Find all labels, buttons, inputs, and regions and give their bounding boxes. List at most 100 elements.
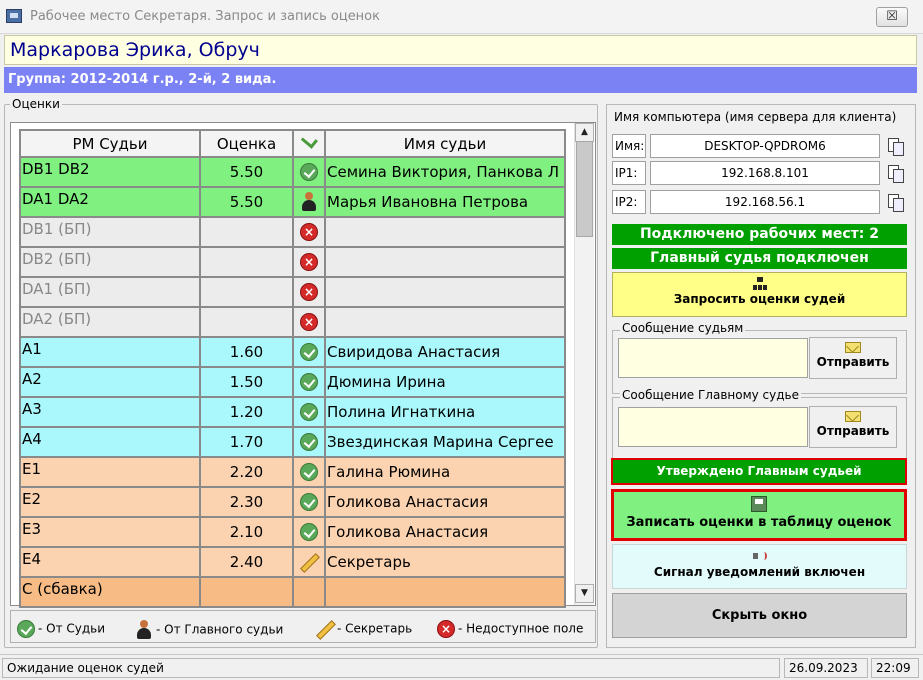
- rm-cell[interactable]: DB1 (БП): [19, 216, 201, 248]
- column-header-score[interactable]: Оценка: [199, 129, 294, 158]
- rm-cell[interactable]: E1: [19, 456, 201, 488]
- status-cell[interactable]: ×: [292, 306, 326, 338]
- score-cell[interactable]: [199, 576, 294, 608]
- score-cell[interactable]: [199, 216, 294, 248]
- table-row[interactable]: A4 1.70 Звездинская Марина Сергее: [19, 426, 566, 458]
- score-cell[interactable]: 1.20: [199, 396, 294, 428]
- status-cell[interactable]: [292, 336, 326, 368]
- score-cell[interactable]: [199, 306, 294, 338]
- send-chief-button[interactable]: Отправить: [809, 406, 897, 448]
- table-row[interactable]: A2 1.50 Дюмина Ирина: [19, 366, 566, 398]
- rm-cell[interactable]: DA1 DA2: [19, 186, 201, 218]
- table-row[interactable]: DB2 (БП) ×: [19, 246, 566, 278]
- rm-cell[interactable]: E3: [19, 516, 201, 548]
- rm-cell[interactable]: DA1 (БП): [19, 276, 201, 308]
- table-row[interactable]: С (сбавка): [19, 576, 566, 608]
- copy-ip2-button[interactable]: [882, 190, 908, 214]
- scroll-down-button[interactable]: ▼: [575, 584, 594, 603]
- judge-cell[interactable]: [324, 216, 566, 248]
- request-scores-button[interactable]: Запросить оценки судей: [612, 272, 907, 317]
- table-row[interactable]: E2 2.30 Голикова Анастасия: [19, 486, 566, 518]
- score-cell[interactable]: 5.50: [199, 156, 294, 188]
- rm-cell[interactable]: DB1 DB2: [19, 156, 201, 188]
- notification-signal-button[interactable]: Сигнал уведомлений включен: [612, 544, 907, 589]
- rm-cell[interactable]: E2: [19, 486, 201, 518]
- judge-cell[interactable]: Секретарь: [324, 546, 566, 578]
- write-scores-button[interactable]: Записать оценки в таблицу оценок: [611, 489, 907, 541]
- judge-cell[interactable]: Дюмина Ирина: [324, 366, 566, 398]
- rm-cell[interactable]: A4: [19, 426, 201, 458]
- table-row[interactable]: DB1 DB2 5.50 Семина Виктория, Панкова Л: [19, 156, 566, 188]
- table-row[interactable]: E3 2.10 Голикова Анастасия: [19, 516, 566, 548]
- table-row[interactable]: DA2 (БП) ×: [19, 306, 566, 338]
- scroll-up-button[interactable]: ▲: [575, 123, 594, 142]
- judge-cell[interactable]: Свиридова Анастасия: [324, 336, 566, 368]
- score-cell[interactable]: 2.20: [199, 456, 294, 488]
- unavailable-icon: ×: [300, 223, 318, 242]
- judge-cell[interactable]: [324, 306, 566, 338]
- score-cell[interactable]: 2.10: [199, 516, 294, 548]
- score-cell[interactable]: 1.60: [199, 336, 294, 368]
- score-cell[interactable]: [199, 246, 294, 278]
- computer-name-field[interactable]: DESKTOP-QPDROM6: [650, 134, 880, 158]
- table-row[interactable]: E4 2.40 Секретарь: [19, 546, 566, 578]
- rm-cell[interactable]: DA2 (БП): [19, 306, 201, 338]
- judge-cell[interactable]: Семина Виктория, Панкова Л: [324, 156, 566, 188]
- status-cell[interactable]: [292, 156, 326, 188]
- table-row[interactable]: A3 1.20 Полина Игнаткина: [19, 396, 566, 428]
- table-row[interactable]: E1 2.20 Галина Рюмина: [19, 456, 566, 488]
- table-row[interactable]: A1 1.60 Свиридова Анастасия: [19, 336, 566, 368]
- copy-name-button[interactable]: [882, 134, 908, 158]
- copy-ip1-button[interactable]: [882, 161, 908, 185]
- message-chief-input[interactable]: [618, 407, 808, 447]
- judge-cell[interactable]: Полина Игнаткина: [324, 396, 566, 428]
- rm-cell[interactable]: С (сбавка): [19, 576, 201, 608]
- status-cell[interactable]: [292, 486, 326, 518]
- judge-cell[interactable]: Марья Ивановна Петрова: [324, 186, 566, 218]
- send-judges-button[interactable]: Отправить: [809, 337, 897, 379]
- score-cell[interactable]: 1.70: [199, 426, 294, 458]
- judge-cell[interactable]: [324, 276, 566, 308]
- score-cell[interactable]: 1.50: [199, 366, 294, 398]
- scroll-thumb[interactable]: [576, 141, 593, 237]
- column-header-rm[interactable]: РМ Судьи: [19, 129, 201, 158]
- judge-cell[interactable]: Голикова Анастасия: [324, 516, 566, 548]
- hide-window-button[interactable]: Скрыть окно: [612, 593, 907, 638]
- column-header-judge[interactable]: Имя судьи: [324, 129, 566, 158]
- ok-icon: [300, 463, 318, 482]
- rm-cell[interactable]: A1: [19, 336, 201, 368]
- table-row[interactable]: DB1 (БП) ×: [19, 216, 566, 248]
- close-button[interactable]: ☒: [876, 7, 908, 27]
- rm-cell[interactable]: E4: [19, 546, 201, 578]
- table-row[interactable]: DA1 DA2 5.50 Марья Ивановна Петрова: [19, 186, 566, 218]
- status-cell[interactable]: [292, 546, 326, 578]
- judge-cell[interactable]: Звездинская Марина Сергее: [324, 426, 566, 458]
- status-cell[interactable]: [292, 186, 326, 218]
- judge-cell[interactable]: [324, 246, 566, 278]
- status-cell[interactable]: ×: [292, 246, 326, 278]
- ip2-field[interactable]: 192.168.56.1: [650, 190, 880, 214]
- column-header-status[interactable]: [292, 129, 326, 158]
- status-cell[interactable]: [292, 516, 326, 548]
- judge-cell[interactable]: [324, 576, 566, 608]
- grid-scrollbar[interactable]: ▲ ▼: [574, 123, 594, 605]
- rm-cell[interactable]: A3: [19, 396, 201, 428]
- status-cell[interactable]: ×: [292, 216, 326, 248]
- status-cell[interactable]: [292, 576, 326, 608]
- status-cell[interactable]: [292, 426, 326, 458]
- ip1-field[interactable]: 192.168.8.101: [650, 161, 880, 185]
- status-cell[interactable]: ×: [292, 276, 326, 308]
- judge-cell[interactable]: Голикова Анастасия: [324, 486, 566, 518]
- table-row[interactable]: DA1 (БП) ×: [19, 276, 566, 308]
- score-cell[interactable]: 2.30: [199, 486, 294, 518]
- score-cell[interactable]: 5.50: [199, 186, 294, 218]
- judge-cell[interactable]: Галина Рюмина: [324, 456, 566, 488]
- status-cell[interactable]: [292, 456, 326, 488]
- score-cell[interactable]: 2.40: [199, 546, 294, 578]
- rm-cell[interactable]: DB2 (БП): [19, 246, 201, 278]
- score-cell[interactable]: [199, 276, 294, 308]
- rm-cell[interactable]: A2: [19, 366, 201, 398]
- message-judges-input[interactable]: [618, 338, 808, 378]
- status-cell[interactable]: [292, 396, 326, 428]
- status-cell[interactable]: [292, 366, 326, 398]
